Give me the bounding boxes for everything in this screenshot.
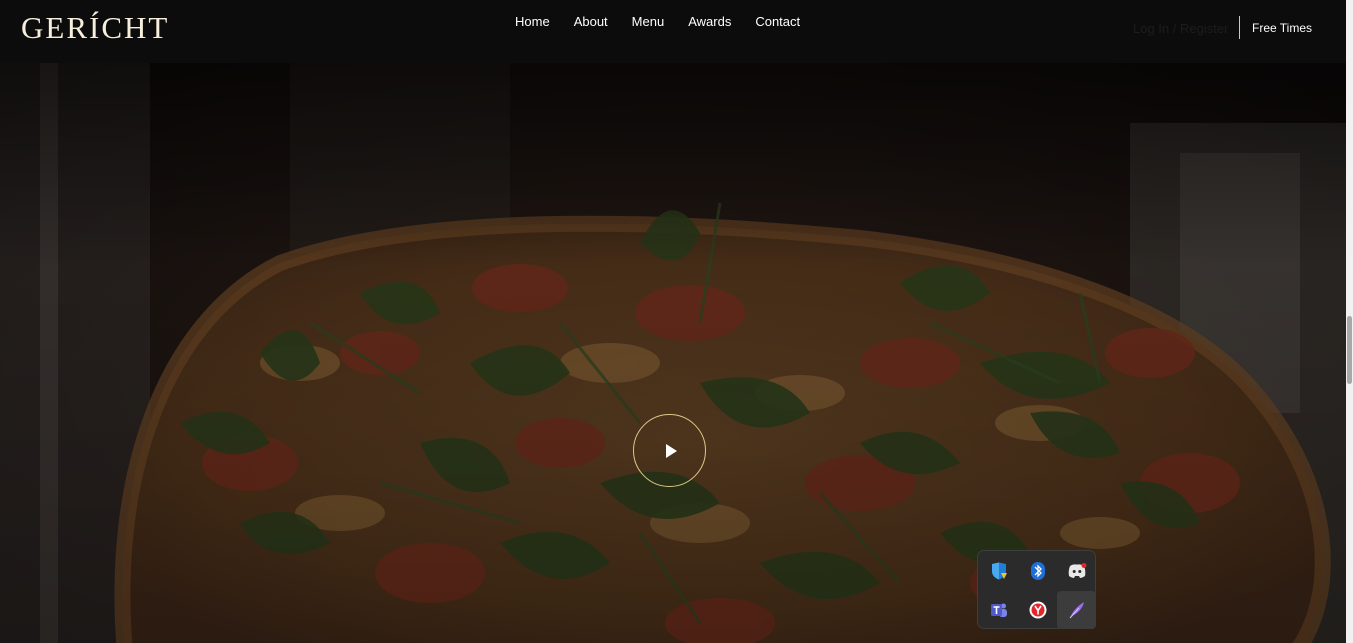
hero-video[interactable]: [0, 63, 1346, 643]
nav-link-contact[interactable]: Contact: [743, 14, 812, 30]
nav-links: Home About Menu Awards Contact: [503, 14, 812, 30]
nav-link-home[interactable]: Home: [503, 14, 562, 30]
feather-pen-icon[interactable]: [1057, 591, 1096, 629]
microsoft-teams-icon[interactable]: [979, 591, 1018, 629]
nav-divider: [1239, 16, 1240, 39]
book-table-link[interactable]: Free Times: [1252, 21, 1312, 35]
page-scrollbar[interactable]: [1346, 0, 1353, 643]
discord-icon[interactable]: [1057, 552, 1096, 590]
system-tray-overflow: [977, 550, 1096, 629]
windows-security-warning-icon[interactable]: [979, 552, 1018, 590]
navbar: GERÍCHT Home About Menu Awards Contact L…: [0, 0, 1346, 63]
play-icon: [666, 444, 677, 458]
nav-link-about[interactable]: About: [562, 14, 620, 30]
yandex-browser-icon[interactable]: [1018, 591, 1057, 629]
nav-link-awards[interactable]: Awards: [676, 14, 743, 30]
hero-pizza-image: [0, 63, 1346, 643]
play-video-button[interactable]: [633, 414, 706, 487]
nav-link-menu[interactable]: Menu: [620, 14, 677, 30]
login-register-link[interactable]: Log In / Register: [1133, 21, 1228, 36]
site-logo[interactable]: GERÍCHT: [21, 10, 169, 46]
scrollbar-thumb[interactable]: [1347, 316, 1352, 384]
bluetooth-icon[interactable]: [1018, 552, 1057, 590]
